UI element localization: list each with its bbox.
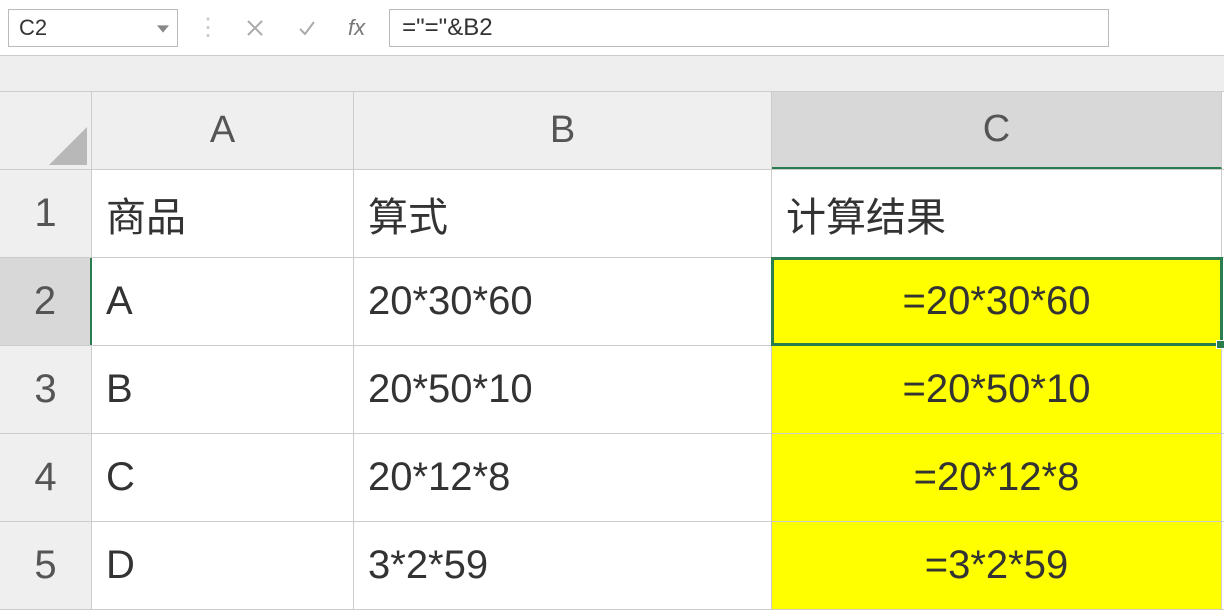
fx-icon[interactable]: fx: [342, 15, 371, 41]
cell-B1[interactable]: 算式: [354, 170, 772, 257]
cell-C2[interactable]: =20*30*60: [772, 258, 1222, 345]
formula-input[interactable]: [389, 9, 1109, 47]
cell-A5[interactable]: D: [92, 522, 354, 609]
cell-A1[interactable]: 商品: [92, 170, 354, 257]
cell-C2-value: =20*30*60: [903, 279, 1091, 324]
formula-bar: C2 ⋮ fx: [0, 0, 1224, 56]
row-header-5[interactable]: 5: [0, 522, 92, 609]
cell-A3[interactable]: B: [92, 346, 354, 433]
table-row: 5 D 3*2*59 =3*2*59: [0, 522, 1224, 610]
row-header-2[interactable]: 2: [0, 258, 92, 345]
row-header-3[interactable]: 3: [0, 346, 92, 433]
spreadsheet-grid: A B C 1 商品 算式 计算结果 2 A 20*30*60 =20*30*6…: [0, 92, 1224, 610]
cancel-button[interactable]: [238, 11, 272, 45]
select-all-corner[interactable]: [0, 92, 92, 169]
row-header-4[interactable]: 4: [0, 434, 92, 521]
cell-A4[interactable]: C: [92, 434, 354, 521]
confirm-button[interactable]: [290, 11, 324, 45]
cell-B5[interactable]: 3*2*59: [354, 522, 772, 609]
table-row: 2 A 20*30*60 =20*30*60: [0, 258, 1224, 346]
table-row: 3 B 20*50*10 =20*50*10: [0, 346, 1224, 434]
column-header-B[interactable]: B: [354, 92, 772, 169]
name-box[interactable]: C2: [8, 9, 178, 47]
cell-C1[interactable]: 计算结果: [772, 170, 1222, 257]
select-all-triangle-icon: [49, 127, 87, 165]
cell-C3[interactable]: =20*50*10: [772, 346, 1222, 433]
column-header-row: A B C: [0, 92, 1224, 170]
table-row: 1 商品 算式 计算结果: [0, 170, 1224, 258]
name-box-value: C2: [19, 15, 47, 41]
separator-icon: ⋮: [196, 13, 220, 42]
cell-C4[interactable]: =20*12*8: [772, 434, 1222, 521]
row-header-1[interactable]: 1: [0, 170, 92, 257]
column-header-C[interactable]: C: [772, 92, 1222, 169]
toolbar-gap: [0, 56, 1224, 92]
cell-B4[interactable]: 20*12*8: [354, 434, 772, 521]
column-header-A[interactable]: A: [92, 92, 354, 169]
fill-handle[interactable]: [1216, 340, 1224, 349]
cell-C5[interactable]: =3*2*59: [772, 522, 1222, 609]
cell-A2[interactable]: A: [92, 258, 354, 345]
name-box-dropdown-icon[interactable]: [157, 20, 169, 36]
cell-B2[interactable]: 20*30*60: [354, 258, 772, 345]
cell-B3[interactable]: 20*50*10: [354, 346, 772, 433]
table-row: 4 C 20*12*8 =20*12*8: [0, 434, 1224, 522]
